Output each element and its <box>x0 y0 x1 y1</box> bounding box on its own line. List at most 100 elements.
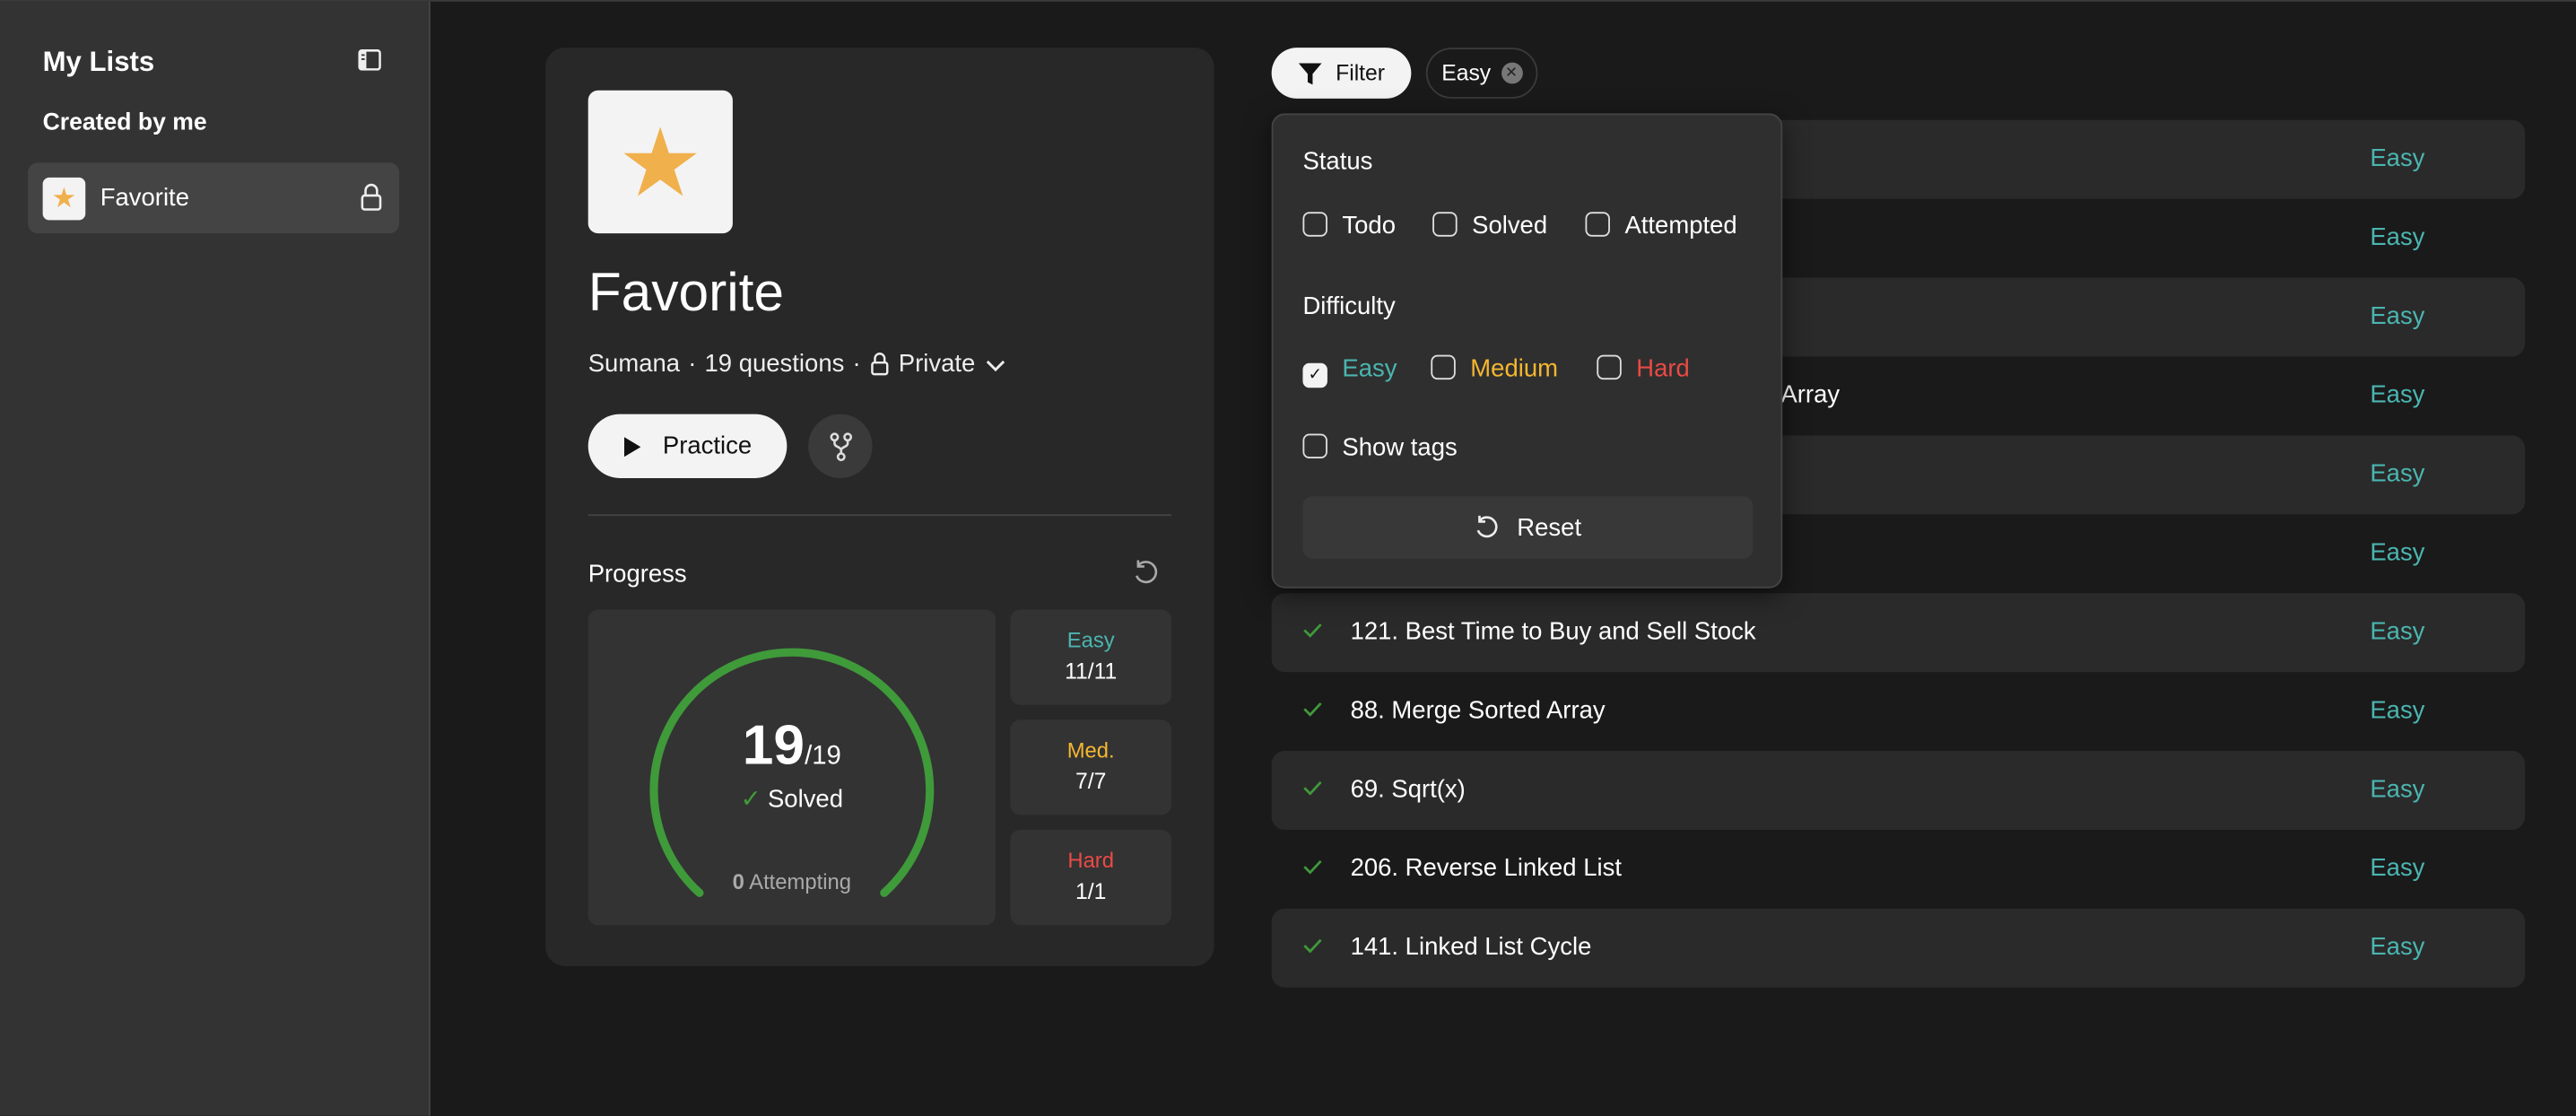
sidebar-title: My Lists <box>42 46 155 78</box>
attempting-count: 0 <box>732 868 744 894</box>
option-label: Hard <box>1636 354 1690 383</box>
filter-icon <box>1298 62 1322 84</box>
difficulty-label: Easy <box>2370 459 2425 488</box>
easy-value: 11/11 <box>1065 658 1118 684</box>
progress-gauge: 19/19 ✓ Solved 0 Attempting <box>587 609 996 926</box>
lock-icon <box>361 183 382 211</box>
easy-progress: Easy 11/11 <box>1010 609 1171 705</box>
sidebar-toggle-icon[interactable] <box>358 49 381 71</box>
option-label: Attempted <box>1624 212 1737 240</box>
list-meta: Sumana · 19 questions · Private <box>588 350 1006 378</box>
difficulty-medium-checkbox[interactable]: Medium <box>1431 354 1559 383</box>
reset-icon <box>1477 515 1499 538</box>
status-heading: Status <box>1302 147 1373 176</box>
checkbox-checked-icon: ✓ <box>1302 362 1327 388</box>
filter-chip-easy[interactable]: Easy ✕ <box>1425 48 1538 99</box>
question-title: 121. Best Time to Buy and Sell Stock <box>1350 617 1756 646</box>
status-solved-checkbox[interactable]: Solved <box>1432 212 1547 240</box>
checkbox-icon <box>1597 354 1622 380</box>
question-row[interactable]: 141. Linked List Cycle Easy <box>1271 908 2526 988</box>
app-root: My Lists Created by me ★ Favorite ★ Favo… <box>0 0 2576 1116</box>
reset-button[interactable]: Reset <box>1302 496 1754 559</box>
checkbox-icon <box>1432 212 1458 237</box>
reset-progress-icon[interactable] <box>1132 559 1160 587</box>
solved-count: 19/19 <box>588 715 996 779</box>
difficulty-label: Easy <box>2370 617 2425 646</box>
reset-label: Reset <box>1517 513 1582 542</box>
filter-popup: Status Todo Solved Attempted Difficulty … <box>1271 113 1783 589</box>
difficulty-label: Easy <box>2370 144 2425 173</box>
owner: Sumana <box>587 350 681 379</box>
practice-label: Practice <box>662 432 753 460</box>
show-tags-checkbox[interactable]: Show tags <box>1302 433 1458 462</box>
medium-progress: Med. 7/7 <box>1010 719 1171 815</box>
sidebar-item-label: Favorite <box>100 184 189 213</box>
difficulty-label: Easy <box>2370 775 2425 804</box>
status-todo-checkbox[interactable]: Todo <box>1302 212 1396 240</box>
question-title: 88. Merge Sorted Array <box>1350 696 1606 725</box>
list-card: ★ Favorite Sumana · 19 questions · Priva… <box>545 48 1214 966</box>
difficulty-label: Easy <box>2370 302 2425 331</box>
option-label: Medium <box>1470 354 1559 383</box>
list-title: Favorite <box>587 261 785 322</box>
option-label: Show tags <box>1342 433 1458 462</box>
difficulty-easy-checkbox[interactable]: ✓ Easy <box>1302 355 1397 388</box>
fork-icon <box>829 432 852 461</box>
difficulty-label: Easy <box>2370 854 2425 883</box>
hard-value: 1/1 <box>1075 878 1107 904</box>
question-title: 206. Reverse Linked List <box>1350 854 1622 883</box>
visibility-dropdown[interactable]: Private <box>869 350 1006 378</box>
easy-label: Easy <box>1066 627 1115 653</box>
question-count: 19 questions <box>704 350 845 379</box>
medium-value: 7/7 <box>1075 769 1107 794</box>
star-icon: ★ <box>587 90 733 234</box>
checkbox-icon <box>1302 212 1327 237</box>
play-icon <box>624 436 642 457</box>
difficulty-label: Easy <box>2370 933 2425 962</box>
remove-chip-icon[interactable]: ✕ <box>1501 62 1522 84</box>
section-created-by-me: Created by me <box>42 109 207 137</box>
check-icon <box>1303 780 1322 796</box>
check-icon: ✓ <box>740 785 761 814</box>
checkbox-icon <box>1431 354 1456 380</box>
difficulty-label: Easy <box>2370 538 2425 567</box>
sidebar-item-favorite[interactable]: ★ Favorite <box>28 162 400 234</box>
option-label: Solved <box>1472 212 1548 240</box>
question-row[interactable]: 69. Sqrt(x) Easy <box>1271 751 2526 830</box>
total-number: /19 <box>805 742 841 772</box>
question-row[interactable]: 88. Merge Sorted Array Easy <box>1272 672 2526 751</box>
attempting-label: Attempting <box>749 868 852 894</box>
separator: · <box>852 350 861 379</box>
difficulty-heading: Difficulty <box>1302 292 1396 321</box>
chevron-down-icon <box>986 360 1005 371</box>
hard-label: Hard <box>1067 848 1114 873</box>
difficulty-label: Easy <box>2370 380 2425 410</box>
sidebar: My Lists Created by me ★ Favorite <box>0 1 431 1116</box>
question-title: Array <box>1780 380 1841 410</box>
solved-number: 19 <box>742 714 805 778</box>
filter-label: Filter <box>1336 60 1386 86</box>
status-attempted-checkbox[interactable]: Attempted <box>1585 212 1737 240</box>
question-title: 141. Linked List Cycle <box>1350 933 1592 962</box>
star-icon: ★ <box>42 177 86 221</box>
question-row[interactable]: 206. Reverse Linked List Easy <box>1272 830 2526 909</box>
difficulty-label: Easy <box>2370 696 2425 725</box>
separator: · <box>688 350 697 379</box>
filter-button[interactable]: Filter <box>1271 48 1412 99</box>
progress-heading: Progress <box>587 560 687 589</box>
hard-progress: Hard 1/1 <box>1010 829 1171 926</box>
chip-label: Easy <box>1441 60 1492 86</box>
option-label: Easy <box>1342 354 1397 383</box>
divider <box>587 514 1171 517</box>
practice-button[interactable]: Practice <box>587 414 788 478</box>
fork-button[interactable] <box>808 414 873 478</box>
question-title: 69. Sqrt(x) <box>1350 775 1466 804</box>
question-row[interactable]: 121. Best Time to Buy and Sell Stock Easy <box>1271 593 2526 673</box>
medium-label: Med. <box>1066 737 1115 763</box>
visibility-label: Private <box>898 350 976 379</box>
difficulty-label: Easy <box>2370 223 2425 252</box>
option-label: Todo <box>1342 212 1397 240</box>
difficulty-hard-checkbox[interactable]: Hard <box>1597 354 1690 383</box>
checkbox-icon <box>1585 212 1610 237</box>
lock-icon <box>871 353 889 376</box>
